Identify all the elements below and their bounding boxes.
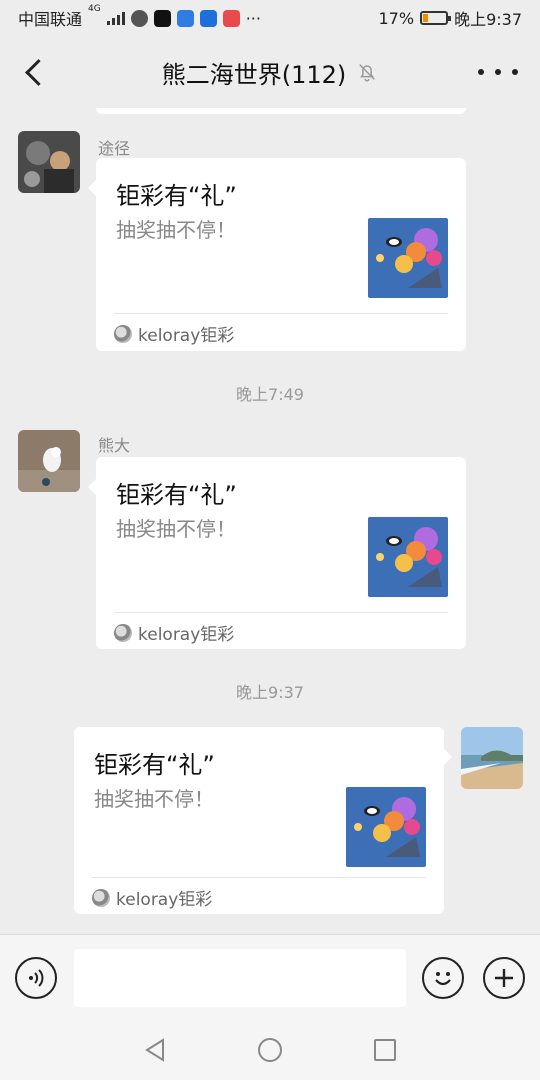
card-title: 钜彩有“礼” [116,182,237,210]
system-nav-bar [0,1020,540,1080]
status-bar: 中国联通 4G ··· 17% 晚上9:37 [0,0,540,36]
avatar[interactable] [461,727,523,789]
cloud-app-icon [176,9,194,27]
more-notifications-icon: ··· [245,8,261,28]
chat-title: 熊二海世界(112) [161,60,347,89]
plus-icon[interactable] [483,957,525,999]
input-bar [0,934,540,1020]
card-divider [92,877,426,878]
sender-name: 途径 [98,139,131,158]
red-app-icon [222,9,240,27]
link-card[interactable]: 钜彩有“礼” 抽奖抽不停！ keloray钜彩 [88,158,466,351]
chat-message-list[interactable]: 途径 钜彩有“礼” 抽奖抽不停！ keloray钜彩 晚上7:49 熊大 钜彩有… [0,108,540,934]
card-title: 钜彩有“礼” [116,481,237,509]
more-options-icon[interactable] [478,60,518,84]
tiktok-icon [153,9,171,27]
previous-message-fragment [96,108,466,114]
network-type: 4G [88,4,101,14]
card-source: keloray钜彩 [114,321,234,346]
shield-app-icon [199,9,217,27]
card-source-name: keloray钜彩 [138,326,235,346]
card-divider [114,313,448,314]
card-title: 钜彩有“礼” [94,751,215,779]
nav-back-icon[interactable] [144,1038,166,1062]
battery-icon [420,11,452,25]
source-logo-icon [92,888,110,907]
card-thumbnail [368,218,448,298]
link-card[interactable]: 钜彩有“礼” 抽奖抽不停！ keloray钜彩 [88,457,466,649]
battery-percent: 17% [378,8,415,28]
card-description: 抽奖抽不停！ [116,218,236,242]
avatar[interactable] [18,430,80,492]
signal-icon [106,11,125,25]
emoji-icon[interactable] [422,957,464,999]
card-description: 抽奖抽不停！ [116,517,236,541]
timestamp-divider: 晚上9:37 [236,683,304,702]
nav-home-icon[interactable] [258,1038,282,1062]
card-source: keloray钜彩 [92,885,212,910]
card-description: 抽奖抽不停！ [94,787,214,811]
card-thumbnail [368,517,448,597]
status-time: 晚上9:37 [454,10,522,29]
carrier-name: 中国联通 [18,10,83,29]
card-source: keloray钜彩 [114,620,234,645]
source-logo-icon [114,324,132,343]
voice-icon[interactable] [15,957,57,999]
nav-recents-icon[interactable] [374,1039,396,1061]
chat-header: 熊二海世界(112) [0,36,540,108]
app-notification-icon [130,9,148,27]
card-source-name: keloray钜彩 [138,625,235,645]
timestamp-divider: 晚上7:49 [236,385,304,404]
avatar[interactable] [18,131,80,193]
card-divider [114,612,448,613]
card-source-name: keloray钜彩 [116,890,213,910]
link-card[interactable]: 钜彩有“礼” 抽奖抽不停！ keloray钜彩 [74,727,452,914]
sender-name: 熊大 [98,436,131,455]
card-thumbnail [346,787,426,867]
message-input[interactable] [74,949,406,1007]
source-logo-icon [114,623,132,642]
bell-muted-icon [359,64,376,82]
